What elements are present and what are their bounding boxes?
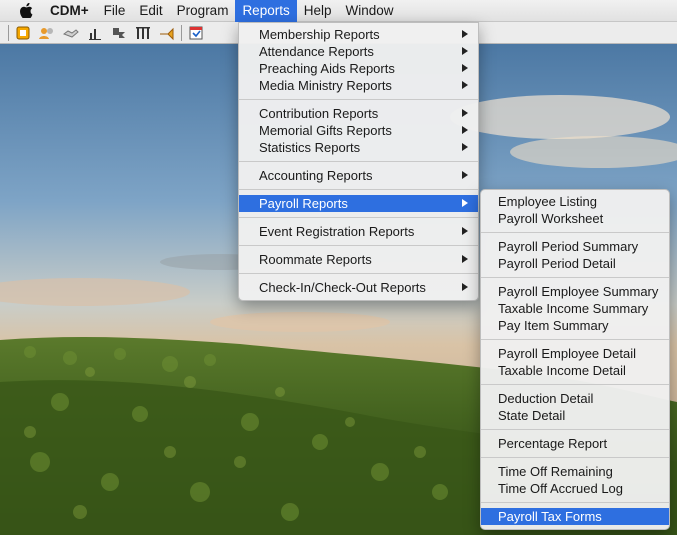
menu-item-media-ministry-reports[interactable]: Media Ministry Reports [239,77,478,94]
menu-separator [481,232,669,233]
move-icon[interactable] [109,24,129,42]
menu-item-payroll-employee-detail[interactable]: Payroll Employee Detail [481,345,669,362]
menu-separator [239,273,478,274]
menu-item-taxable-income-detail[interactable]: Taxable Income Detail [481,362,669,379]
menu-item-taxable-income-summary[interactable]: Taxable Income Summary [481,300,669,317]
menu-separator [239,189,478,190]
menu-item-deduction-detail[interactable]: Deduction Detail [481,390,669,407]
handshake-icon[interactable] [61,24,81,42]
menu-item-percentage-report[interactable]: Percentage Report [481,435,669,452]
menu-item-employee-listing[interactable]: Employee Listing [481,193,669,210]
menu-edit[interactable]: Edit [132,0,169,22]
people-icon[interactable] [37,24,57,42]
menu-item-attendance-reports[interactable]: Attendance Reports [239,43,478,60]
menu-separator [481,339,669,340]
submenu-arrow-icon [462,255,468,263]
menu-separator [239,99,478,100]
menu-separator [481,502,669,503]
menu-item-pay-item-summary[interactable]: Pay Item Summary [481,317,669,334]
chart-icon[interactable] [85,24,105,42]
submenu-arrow-icon [462,227,468,235]
submenu-arrow-icon [462,199,468,207]
menu-window[interactable]: Window [338,0,400,22]
menu-item-memorial-gifts-reports[interactable]: Memorial Gifts Reports [239,122,478,139]
toolbar-separator [181,24,182,41]
menu-bar: CDM+ File Edit Program Reports Help Wind… [0,0,677,22]
submenu-arrow-icon [462,283,468,291]
menu-item-payroll-reports[interactable]: Payroll Reports [239,195,478,212]
menu-item-payroll-period-summary[interactable]: Payroll Period Summary [481,238,669,255]
trumpet-icon[interactable] [157,24,177,42]
menu-item-payroll-period-detail[interactable]: Payroll Period Detail [481,255,669,272]
menu-separator [239,217,478,218]
submenu-arrow-icon [462,143,468,151]
submenu-arrow-icon [462,47,468,55]
menu-separator [481,429,669,430]
submenu-arrow-icon [462,126,468,134]
submenu-arrow-icon [462,81,468,89]
menu-help[interactable]: Help [297,0,339,22]
menu-separator [481,277,669,278]
menu-item-accounting-reports[interactable]: Accounting Reports [239,167,478,184]
menu-separator [481,384,669,385]
submenu-arrow-icon [462,171,468,179]
calendar-icon[interactable] [186,24,206,42]
toolbar-separator [8,24,9,41]
payroll-reports-submenu: Employee Listing Payroll Worksheet Payro… [480,189,670,530]
menu-file[interactable]: File [97,0,133,22]
menu-program[interactable]: Program [170,0,236,22]
menu-item-check-in-check-out-reports[interactable]: Check-In/Check-Out Reports [239,279,478,296]
menu-item-state-detail[interactable]: State Detail [481,407,669,424]
home-icon[interactable] [13,24,33,42]
menu-item-payroll-worksheet[interactable]: Payroll Worksheet [481,210,669,227]
menu-item-roommate-reports[interactable]: Roommate Reports [239,251,478,268]
menu-item-time-off-accrued-log[interactable]: Time Off Accrued Log [481,480,669,497]
submenu-arrow-icon [462,109,468,117]
submenu-arrow-icon [462,64,468,72]
menu-item-membership-reports[interactable]: Membership Reports [239,26,478,43]
menu-app-name[interactable]: CDM+ [42,0,97,22]
menu-reports[interactable]: Reports [235,0,297,22]
menu-item-time-off-remaining[interactable]: Time Off Remaining [481,463,669,480]
reports-menu: Membership Reports Attendance Reports Pr… [238,22,479,301]
menu-separator [481,457,669,458]
menu-separator [239,245,478,246]
menu-item-preaching-aids-reports[interactable]: Preaching Aids Reports [239,60,478,77]
menu-item-payroll-employee-summary[interactable]: Payroll Employee Summary [481,283,669,300]
menu-item-statistics-reports[interactable]: Statistics Reports [239,139,478,156]
apple-logo-icon[interactable] [0,0,42,22]
submenu-arrow-icon [462,30,468,38]
menu-separator [239,161,478,162]
menu-item-contribution-reports[interactable]: Contribution Reports [239,105,478,122]
menu-item-event-registration-reports[interactable]: Event Registration Reports [239,223,478,240]
menu-item-payroll-tax-forms[interactable]: Payroll Tax Forms [481,508,669,525]
columns-icon[interactable] [133,24,153,42]
